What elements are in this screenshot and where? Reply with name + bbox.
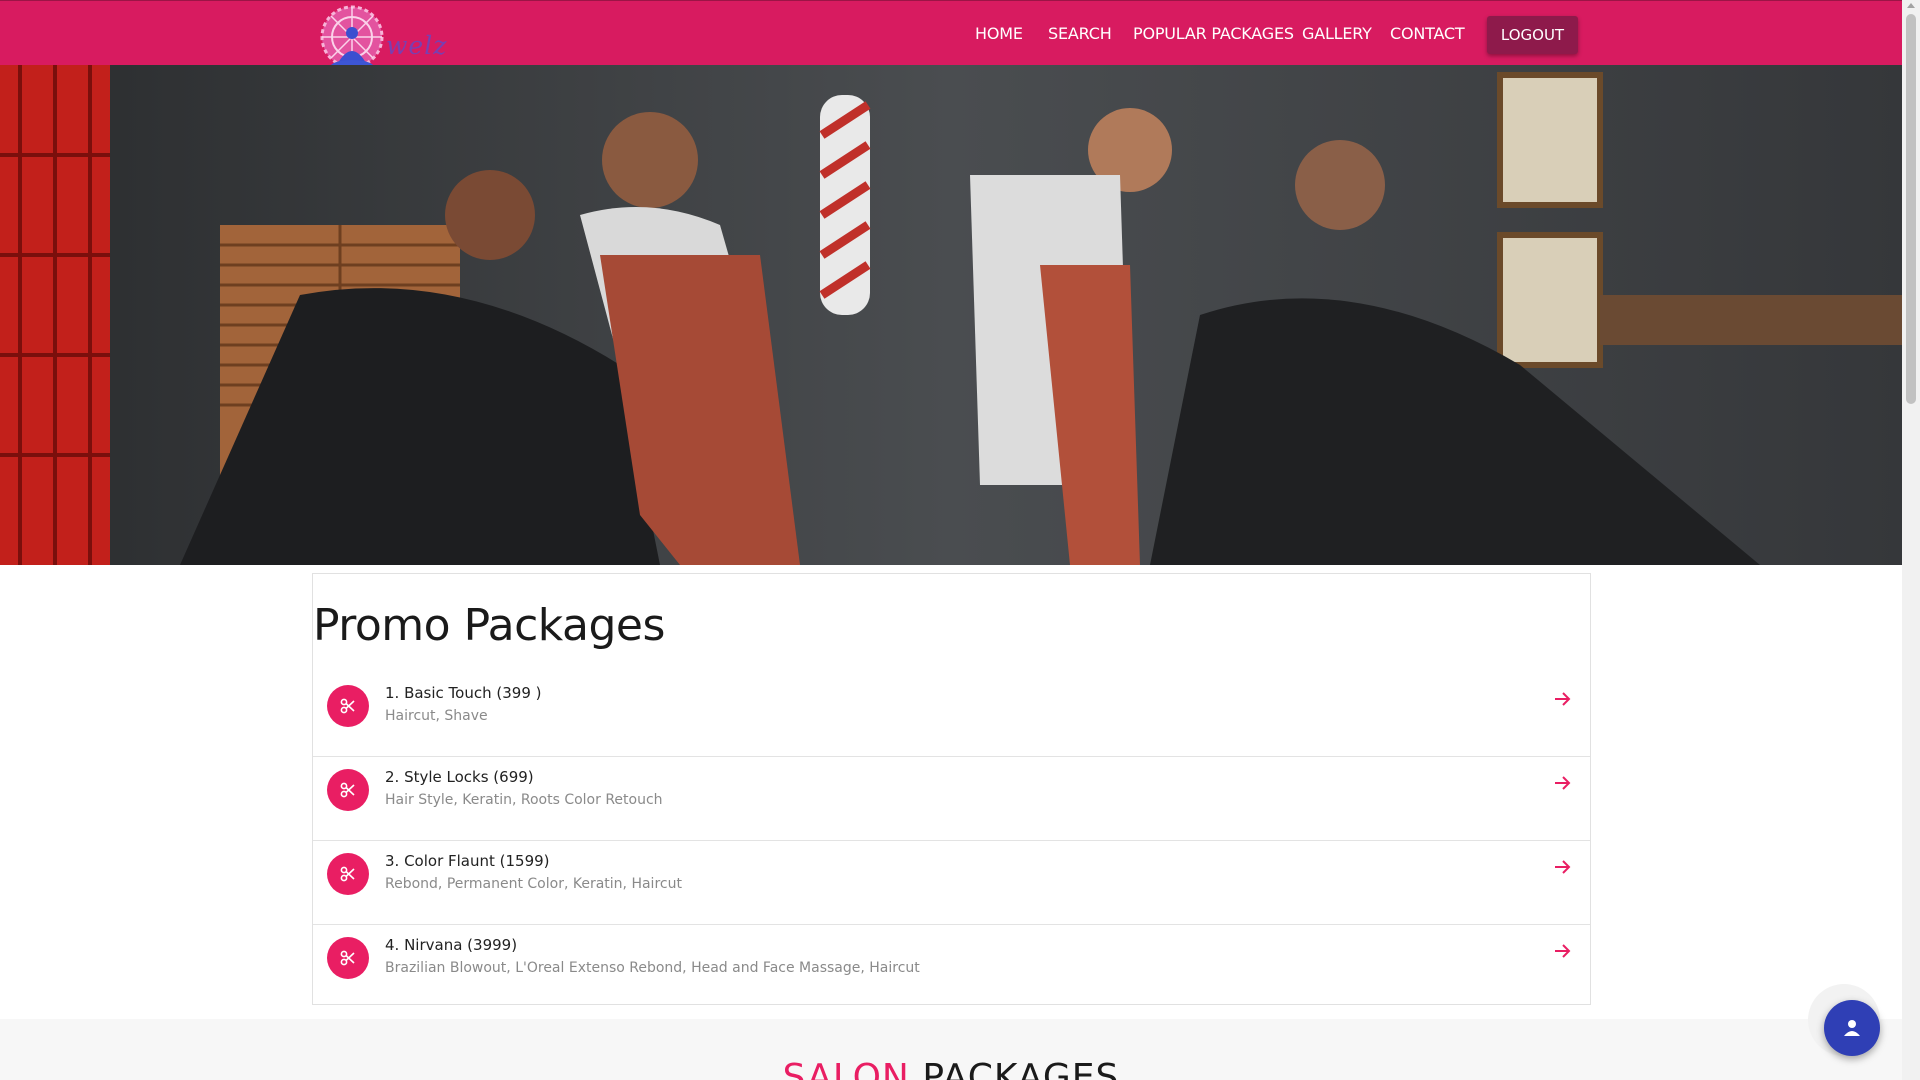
scrollbar-thumb[interactable] (1906, 14, 1916, 404)
package-services: Hair Style, Keratin, Roots Color Retouch (385, 792, 663, 808)
promo-packages-card: Promo Packages 1. Basic Touch (399 ) Hai… (312, 573, 1591, 1005)
salon-heading-rest: PACKAGES (922, 1057, 1120, 1080)
page-scrollbar[interactable] (1902, 0, 1920, 1080)
scissors-icon (327, 769, 369, 811)
nav-gallery[interactable]: GALLERY (1302, 24, 1372, 43)
salon-heading-accent: SALON (782, 1057, 910, 1080)
package-name: 2. Style Locks (699) (385, 768, 534, 786)
nav-popular-packages[interactable]: POPULAR PACKAGES (1133, 24, 1294, 43)
arrow-right-icon[interactable] (1552, 689, 1572, 709)
arrow-right-icon[interactable] (1552, 941, 1572, 961)
nav-contact[interactable]: CONTACT (1390, 24, 1465, 43)
logout-button[interactable]: LOGOUT (1487, 16, 1578, 54)
salon-packages-heading: SALON PACKAGES (0, 1057, 1902, 1080)
nav-home[interactable]: HOME (975, 24, 1023, 43)
scissors-icon (327, 685, 369, 727)
scroll-up-icon[interactable] (1907, 3, 1915, 8)
hero-banner-image (0, 65, 1902, 565)
barbershop-scene-illustration (0, 65, 1902, 565)
package-services: Brazilian Blowout, L'Oreal Extenso Rebon… (385, 960, 920, 976)
package-row-color-flaunt[interactable]: 3. Color Flaunt (1599) Rebond, Permanent… (313, 841, 1590, 925)
package-row-basic-touch[interactable]: 1. Basic Touch (399 ) Haircut, Shave (313, 673, 1590, 757)
package-row-nirvana[interactable]: 4. Nirvana (3999) Brazilian Blowout, L'O… (313, 925, 1590, 1009)
nav-search[interactable]: SEARCH (1048, 24, 1112, 43)
top-navbar: welz HOME SEARCH POPULAR PACKAGES GALLER… (0, 0, 1902, 74)
scissors-icon (327, 853, 369, 895)
scissors-icon (327, 937, 369, 979)
floating-profile-button[interactable] (1808, 984, 1880, 1056)
arrow-right-icon[interactable] (1552, 857, 1572, 877)
package-row-style-locks[interactable]: 2. Style Locks (699) Hair Style, Keratin… (313, 757, 1590, 841)
promo-packages-heading: Promo Packages (313, 600, 665, 651)
package-name: 3. Color Flaunt (1599) (385, 852, 550, 870)
salon-packages-section: SALON PACKAGES (0, 1019, 1902, 1080)
arrow-right-icon[interactable] (1552, 773, 1572, 793)
package-name: 4. Nirvana (3999) (385, 936, 518, 954)
user-icon[interactable] (1824, 1000, 1880, 1056)
brand-wordmark: welz (386, 31, 448, 60)
package-services: Rebond, Permanent Color, Keratin, Haircu… (385, 876, 682, 892)
package-services: Haircut, Shave (385, 708, 488, 724)
package-name: 1. Basic Touch (399 ) (385, 684, 542, 702)
